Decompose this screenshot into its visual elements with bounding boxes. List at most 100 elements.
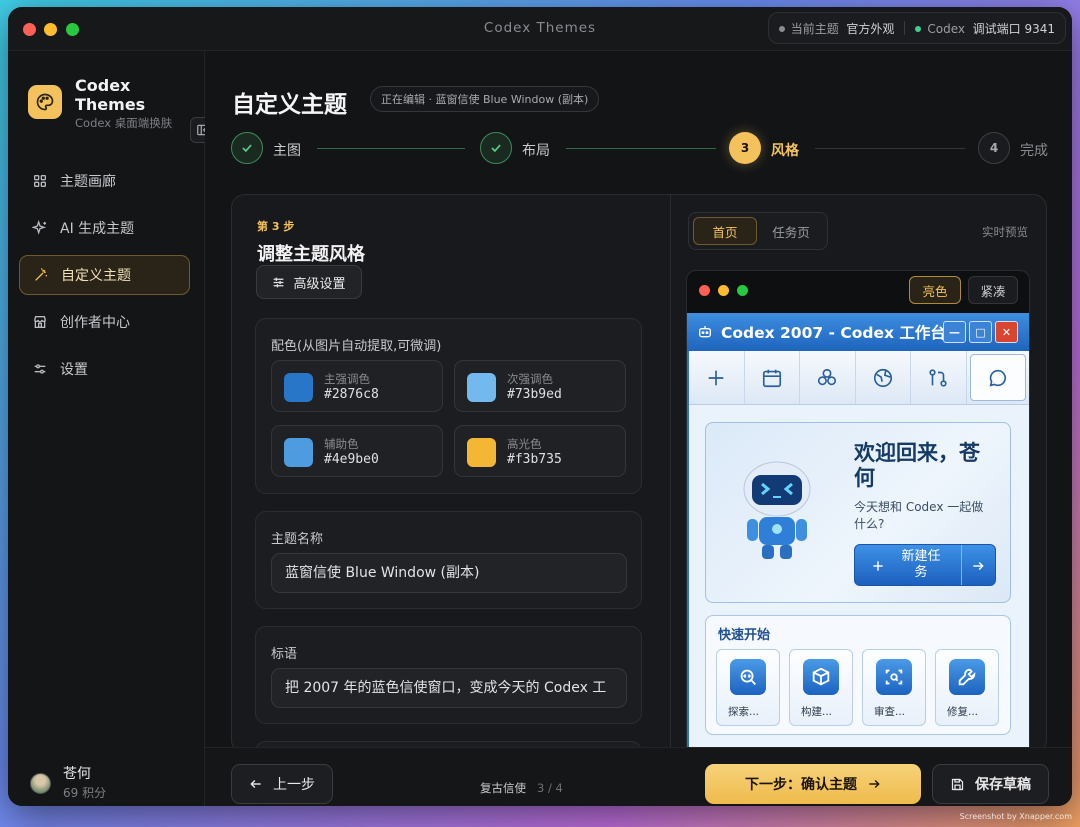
xp-git-button[interactable] — [911, 351, 967, 404]
next-step-label: 下一步：确认主题 — [745, 777, 857, 793]
step-connector — [566, 148, 716, 149]
xp-globe-button[interactable] — [856, 351, 911, 404]
tab-home[interactable]: 首页 — [693, 217, 757, 245]
magic-wand-icon — [35, 268, 47, 281]
section-heading: 调整主题风格 — [257, 244, 365, 265]
xp-app-title: Codex 2007 - Codex 工作台 — [721, 324, 946, 342]
grid-icon — [34, 175, 46, 187]
robot-icon — [699, 326, 711, 338]
swatch-hex: #f3b735 — [507, 452, 562, 467]
swatch-secondary[interactable]: 次强调色 #73b9ed — [454, 360, 626, 412]
palette-card: 配色(从图片自动提取,可微调) 主强调色 #2876c8 次强调色 #73b9e… — [255, 318, 642, 494]
theme-name-label: 主题名称 — [271, 532, 324, 547]
tab-tasks[interactable]: 任务页 — [759, 217, 823, 245]
current-theme-label: 当前主题 — [790, 21, 839, 36]
theme-name-input[interactable]: 蓝窗信使 Blue Window (副本) — [271, 553, 627, 593]
sidebar-item-custom-theme[interactable]: 自定义主题 — [19, 255, 190, 295]
xp-calendar-button[interactable] — [745, 351, 800, 404]
arrow-right-icon — [869, 780, 880, 788]
preview-page-tabs: 首页 任务页 — [688, 212, 828, 250]
swatch-auxiliary[interactable]: 辅助色 #4e9be0 — [271, 425, 443, 477]
check-icon — [491, 144, 501, 153]
footer-progress: 3 / 4 — [536, 781, 563, 795]
welcome-subtitle: 今天想和 Codex 一起做 什么? — [854, 500, 984, 531]
advanced-settings-button[interactable]: 高级设置 — [256, 265, 362, 299]
welcome-title: 欢迎回来，苍何 — [854, 441, 980, 490]
swatch-name: 主强调色 — [324, 372, 370, 386]
xp-close-button[interactable]: ✕ — [995, 321, 1018, 343]
step-1-label: 主图 — [273, 143, 301, 159]
color-chip — [467, 373, 496, 402]
welcome-card: 欢迎回来，苍何 今天想和 Codex 一起做 什么? 新建任务 — [705, 422, 1011, 603]
color-chip — [284, 373, 313, 402]
slogan-card: 标语 把 2007 年的蓝色信使窗口，变成今天的 Codex 工 — [255, 626, 642, 724]
user-points: 69 积分 — [63, 786, 107, 800]
check-icon — [242, 144, 252, 153]
swatch-highlight[interactable]: 高光色 #f3b735 — [454, 425, 626, 477]
prev-step-button[interactable]: 上一步 — [231, 764, 333, 804]
prev-step-label: 上一步 — [273, 777, 315, 793]
step-tag: 第 3 步 — [257, 220, 295, 233]
swatch-hex: #2876c8 — [324, 387, 379, 402]
sliders-icon — [274, 277, 284, 287]
column-divider — [670, 195, 671, 753]
new-task-button[interactable]: 新建任务 — [854, 544, 996, 586]
sidebar: Codex Themes Codex 桌面端换肤 主题画廊 AI 生成主题 自定… — [8, 51, 216, 806]
plus-icon — [708, 370, 724, 385]
xp-chat-button[interactable] — [969, 354, 1026, 401]
step-2-check[interactable] — [480, 132, 512, 164]
editing-badge: 正在编辑 · 蓝窗信使 Blue Window (副本) — [370, 86, 600, 112]
codex-label: Codex — [927, 21, 965, 36]
slogan-label: 标语 — [271, 647, 298, 662]
save-draft-button[interactable]: 保存草稿 — [932, 764, 1049, 804]
avatar — [30, 773, 51, 794]
xp-toolbar — [689, 351, 1029, 405]
sidebar-item-label: 设置 — [60, 362, 88, 378]
step-4-pending[interactable]: 4 — [978, 132, 1010, 164]
footer-bar: 上一步 复古信使 3 / 4 下一步：确认主题 保存草稿 — [205, 747, 1072, 806]
user-name: 苍何 — [63, 766, 91, 782]
light-mode-button[interactable]: 亮色 — [909, 276, 961, 304]
swatch-primary[interactable]: 主强调色 #2876c8 — [271, 360, 443, 412]
next-step-button[interactable]: 下一步：确认主题 — [705, 764, 921, 804]
sidebar-item-ai-generate[interactable]: AI 生成主题 — [19, 208, 190, 248]
sidebar-item-label: 创作者中心 — [60, 315, 130, 331]
step-1-check[interactable] — [231, 132, 263, 164]
step-connector — [317, 148, 465, 149]
chat-bubble-icon — [989, 369, 1006, 386]
swatch-name: 高光色 — [507, 437, 542, 451]
xp-title-bar: Codex 2007 - Codex 工作台 — □ ✕ — [687, 313, 1029, 351]
quick-build-button[interactable]: 构建... — [789, 649, 853, 726]
brand-subtitle: Codex 桌面端换肤 — [75, 116, 173, 130]
step-3-current[interactable]: 3 — [729, 132, 761, 164]
arrow-left-icon — [250, 780, 261, 788]
save-icon — [951, 778, 964, 790]
step-2-label: 布局 — [522, 143, 550, 159]
slogan-input[interactable]: 把 2007 年的蓝色信使窗口，变成今天的 Codex 工 — [271, 668, 627, 708]
color-chip — [284, 438, 313, 467]
debug-port: 调试端口 9341 — [972, 21, 1055, 36]
current-theme-status: 当前主题 官方外观 — [778, 20, 894, 37]
xp-add-button[interactable] — [689, 351, 745, 404]
plus-icon — [873, 561, 883, 571]
xp-maximize-button[interactable]: □ — [969, 321, 992, 343]
compact-mode-button[interactable]: 紧凑 — [968, 276, 1018, 304]
robot-mascot-icon — [743, 461, 811, 559]
quick-review-button[interactable]: 审查... — [862, 649, 926, 726]
sidebar-item-label: AI 生成主题 — [60, 221, 135, 237]
save-draft-label: 保存草稿 — [975, 777, 1031, 793]
xp-cubes-button[interactable] — [800, 351, 856, 404]
live-preview-label: 实时预览 — [982, 225, 1028, 239]
preview-max-dot — [737, 285, 748, 296]
quick-explore-button[interactable]: 探索... — [716, 649, 780, 726]
quick-fix-button[interactable]: 修复... — [935, 649, 999, 726]
sidebar-item-settings[interactable]: 设置 — [19, 349, 190, 389]
swatch-name: 辅助色 — [324, 437, 359, 451]
sidebar-item-creator-center[interactable]: 创作者中心 — [19, 302, 190, 342]
xp-minimize-button[interactable]: — — [943, 321, 966, 343]
theme-name-card: 主题名称 蓝窗信使 Blue Window (副本) — [255, 511, 642, 609]
sliders-icon — [34, 364, 46, 374]
preview-min-dot — [718, 285, 729, 296]
sidebar-item-gallery[interactable]: 主题画廊 — [19, 161, 190, 201]
watermark: Screenshot by Xnapper.com — [959, 812, 1072, 821]
